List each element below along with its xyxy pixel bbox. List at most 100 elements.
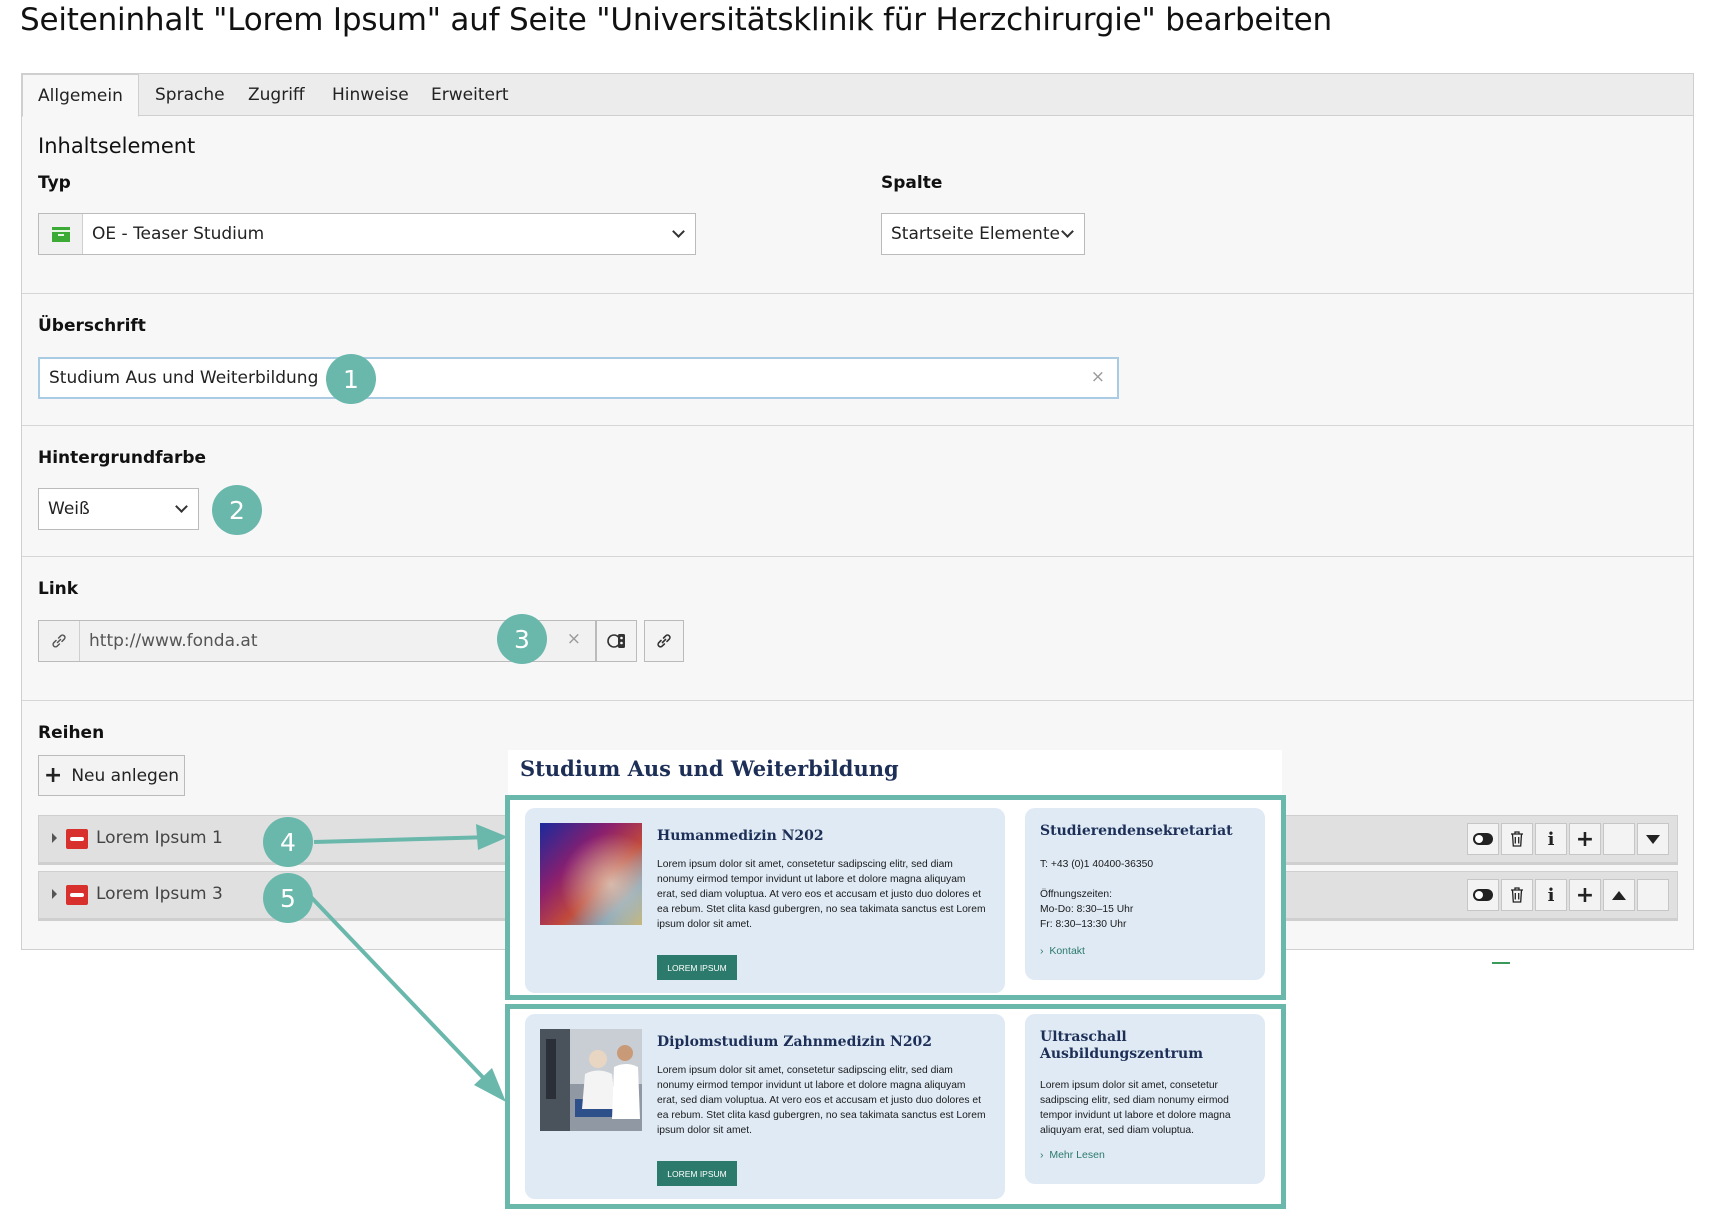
clear-icon[interactable]: × xyxy=(567,629,581,649)
tab-allgemein[interactable]: Allgemein xyxy=(22,74,139,117)
background-color-select-value: Weiß xyxy=(48,499,90,519)
side-card-hours-fr: Fr: 8:30–13:30 Uhr xyxy=(1040,919,1127,930)
annotation-badge-5: 5 xyxy=(263,873,313,923)
section-heading-content-element: Inhaltselement xyxy=(38,134,196,158)
tab-erweitert[interactable]: Erweitert xyxy=(416,74,524,117)
rows-label: Reihen xyxy=(38,723,105,743)
row-type-icon xyxy=(66,829,88,849)
trash-icon xyxy=(1511,831,1523,847)
delete-button[interactable] xyxy=(1501,823,1533,855)
annotation-badge-2: 2 xyxy=(212,485,262,535)
link-input-value: http://www.fonda.at xyxy=(89,631,258,651)
link-label: Link xyxy=(38,579,79,599)
page-title: Seiteninhalt "Lorem Ipsum" auf Seite "Un… xyxy=(20,2,1332,38)
teaser-image xyxy=(540,823,642,925)
add-button[interactable]: + xyxy=(1569,823,1601,855)
divider xyxy=(22,293,1693,294)
tab-hinweise[interactable]: Hinweise xyxy=(317,74,424,117)
arrow-up-icon xyxy=(1612,890,1626,900)
accent-mark xyxy=(1492,962,1510,964)
expand-caret-icon[interactable] xyxy=(52,889,57,899)
teaser-button[interactable]: LOREM IPSUM xyxy=(657,955,737,980)
divider xyxy=(22,425,1693,426)
teaser-card: Humanmedizin N202 Lorem ipsum dolor sit … xyxy=(525,808,1005,993)
plus-icon: + xyxy=(43,763,63,788)
link-browser-icon xyxy=(657,634,671,648)
annotation-badge-3: 3 xyxy=(497,614,547,664)
delete-button[interactable] xyxy=(1501,879,1533,911)
tab-sprache[interactable]: Sprache xyxy=(140,74,240,117)
toggle-visibility-button[interactable] xyxy=(1467,879,1499,911)
annotation-badge-1: 1 xyxy=(326,354,376,404)
move-down-placeholder xyxy=(1637,879,1669,911)
side-card-hours-mo-do: Mo-Do: 8:30–15 Uhr xyxy=(1040,904,1134,915)
record-browser-button[interactable] xyxy=(596,620,637,662)
chevron-right-icon: › xyxy=(1040,1149,1050,1161)
row-type-icon xyxy=(66,885,88,905)
column-select[interactable]: Startseite Elemente xyxy=(881,213,1085,255)
expand-caret-icon[interactable] xyxy=(52,833,57,843)
headline-input-value: Studium Aus und Weiterbildung xyxy=(49,368,319,388)
column-select-value: Startseite Elemente xyxy=(891,224,1060,244)
new-row-button-label: Neu anlegen xyxy=(71,765,180,786)
chevron-right-icon: › xyxy=(1040,945,1050,957)
side-card-phone: T: +43 (0)1 40400-36350 xyxy=(1040,859,1154,870)
background-color-select[interactable]: Weiß xyxy=(38,488,199,530)
side-card-title-line-1: Ultraschall xyxy=(1040,1029,1127,1045)
teaser-title: Diplomstudium Zahnmedizin N202 xyxy=(657,1034,933,1050)
preview-frame-1: Humanmedizin N202 Lorem ipsum dolor sit … xyxy=(505,795,1286,1000)
annotation-badge-4: 4 xyxy=(263,817,313,867)
toggle-visibility-button[interactable] xyxy=(1467,823,1499,855)
divider xyxy=(22,556,1693,557)
arrow-down-icon xyxy=(1646,834,1660,844)
side-card-link-label: Kontakt xyxy=(1049,945,1085,957)
content-element-icon xyxy=(39,214,83,254)
teaser-button[interactable]: LOREM IPSUM xyxy=(657,1161,737,1186)
row-item-label: Lorem Ipsum 3 xyxy=(96,884,223,904)
teaser-title: Humanmedizin N202 xyxy=(657,828,824,844)
chevron-down-icon xyxy=(1061,225,1074,238)
teaser-card: Diplomstudium Zahnmedizin N202 Lorem ips… xyxy=(525,1014,1005,1199)
teaser-image xyxy=(540,1029,642,1131)
row-item-label: Lorem Ipsum 1 xyxy=(96,828,223,848)
record-browser-icon xyxy=(606,634,625,648)
move-up-button[interactable] xyxy=(1603,879,1635,911)
move-down-button[interactable] xyxy=(1637,823,1669,855)
headline-label: Überschrift xyxy=(38,316,146,336)
side-card-text: Lorem ipsum dolor sit amet, consetetur s… xyxy=(1040,1080,1231,1136)
arrow-head-5 xyxy=(474,1068,506,1102)
side-card-link[interactable]: › Mehr Lesen xyxy=(1040,1149,1105,1161)
side-card: Ultraschall Ausbildungszentrum Lorem ips… xyxy=(1025,1014,1265,1184)
type-select-value: OE - Teaser Studium xyxy=(92,224,265,244)
preview-title: Studium Aus und Weiterbildung xyxy=(520,756,899,781)
column-label: Spalte xyxy=(881,173,943,193)
side-card-title-line-2: Ausbildungszentrum xyxy=(1040,1046,1204,1062)
tab-bar: Allgemein Sprache Zugriff Hinweise Erwei… xyxy=(22,74,1693,117)
side-card: Studierendensekretariat T: +43 (0)1 4040… xyxy=(1025,808,1265,980)
add-button[interactable]: + xyxy=(1569,879,1601,911)
toggle-icon xyxy=(1473,889,1493,901)
teaser-text: Lorem ipsum dolor sit amet, consetetur s… xyxy=(657,859,986,930)
side-card-title: Ultraschall Ausbildungszentrum xyxy=(1040,1029,1203,1063)
preview-header: Studium Aus und Weiterbildung xyxy=(508,750,1282,798)
clear-icon[interactable]: × xyxy=(1091,367,1105,387)
chevron-down-icon xyxy=(175,500,188,513)
preview-frame-2: Diplomstudium Zahnmedizin N202 Lorem ips… xyxy=(505,1004,1286,1209)
side-card-link[interactable]: › Kontakt xyxy=(1040,945,1085,957)
info-button[interactable]: i xyxy=(1535,823,1567,855)
background-color-label: Hintergrundfarbe xyxy=(38,448,207,468)
side-card-hours-label: Öffnungszeiten: xyxy=(1040,889,1112,900)
toggle-icon xyxy=(1473,833,1493,845)
headline-input[interactable]: Studium Aus und Weiterbildung × xyxy=(38,357,1119,399)
info-button[interactable]: i xyxy=(1535,879,1567,911)
link-browser-button[interactable] xyxy=(644,620,684,662)
type-select[interactable]: OE - Teaser Studium xyxy=(38,213,696,255)
move-up-placeholder xyxy=(1603,823,1635,855)
new-row-button[interactable]: + Neu anlegen xyxy=(38,755,185,796)
chevron-down-icon xyxy=(672,225,685,238)
divider xyxy=(22,700,1693,701)
link-icon xyxy=(39,621,80,661)
tab-zugriff[interactable]: Zugriff xyxy=(233,74,320,117)
trash-icon xyxy=(1511,887,1523,903)
side-card-title: Studierendensekretariat xyxy=(1040,823,1233,839)
